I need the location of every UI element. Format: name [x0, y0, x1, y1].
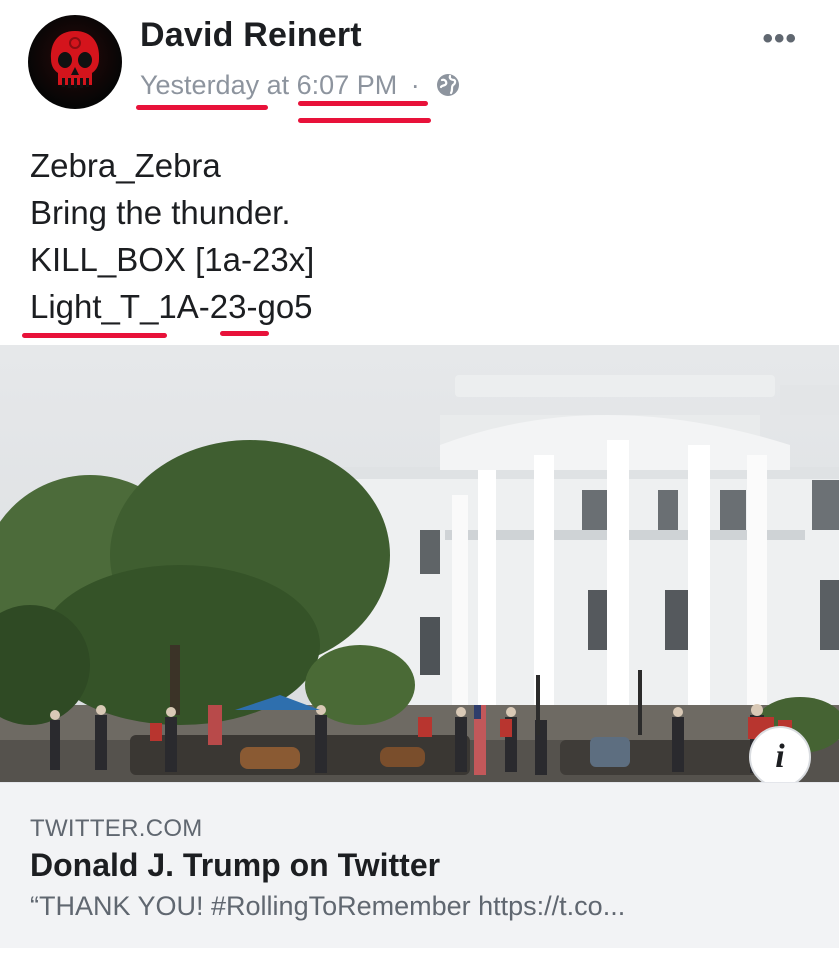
link-description: “THANK YOU! #RollingToRemember https://t…	[30, 891, 626, 921]
post-body: Zebra_Zebra Bring the thunder. KILL_BOX …	[30, 142, 314, 330]
link-title[interactable]: Donald J. Trump on Twitter	[30, 847, 440, 884]
skull-icon	[50, 31, 100, 88]
more-options-icon[interactable]: •••	[762, 22, 797, 56]
timestamp-connector: at	[266, 70, 290, 100]
post-header: David Reinert Yesterday at 6:07 PM · •••	[0, 0, 839, 130]
annotation-underline	[22, 333, 167, 338]
info-button[interactable]: i	[749, 726, 811, 782]
annotation-underline	[298, 101, 428, 106]
post-text-line: KILL_BOX [1a-23x]	[30, 241, 315, 278]
link-preview-card[interactable]: TWITTER.COM Donald J. Trump on Twitter “…	[0, 782, 839, 948]
annotation-underline	[220, 331, 269, 336]
post-text-line: Light_T_1A-23-go5	[30, 288, 313, 325]
link-preview-image[interactable]: i	[0, 345, 839, 782]
globe-icon	[437, 74, 460, 96]
annotation-underline	[136, 105, 268, 110]
timestamp-day: Yesterday	[140, 70, 260, 100]
timestamp-clock: 6:07 PM	[296, 70, 398, 100]
annotation-underline	[298, 118, 431, 123]
post-text-line: Bring the thunder.	[30, 194, 291, 231]
white-house-photo	[0, 345, 839, 782]
avatar[interactable]	[28, 15, 122, 109]
post-timestamp[interactable]: Yesterday at 6:07 PM ·	[140, 70, 461, 101]
author-name[interactable]: David Reinert	[140, 16, 362, 55]
post-text-line: Zebra_Zebra	[30, 147, 221, 184]
meta-separator: ·	[410, 70, 420, 100]
link-domain: TWITTER.COM	[30, 815, 203, 842]
